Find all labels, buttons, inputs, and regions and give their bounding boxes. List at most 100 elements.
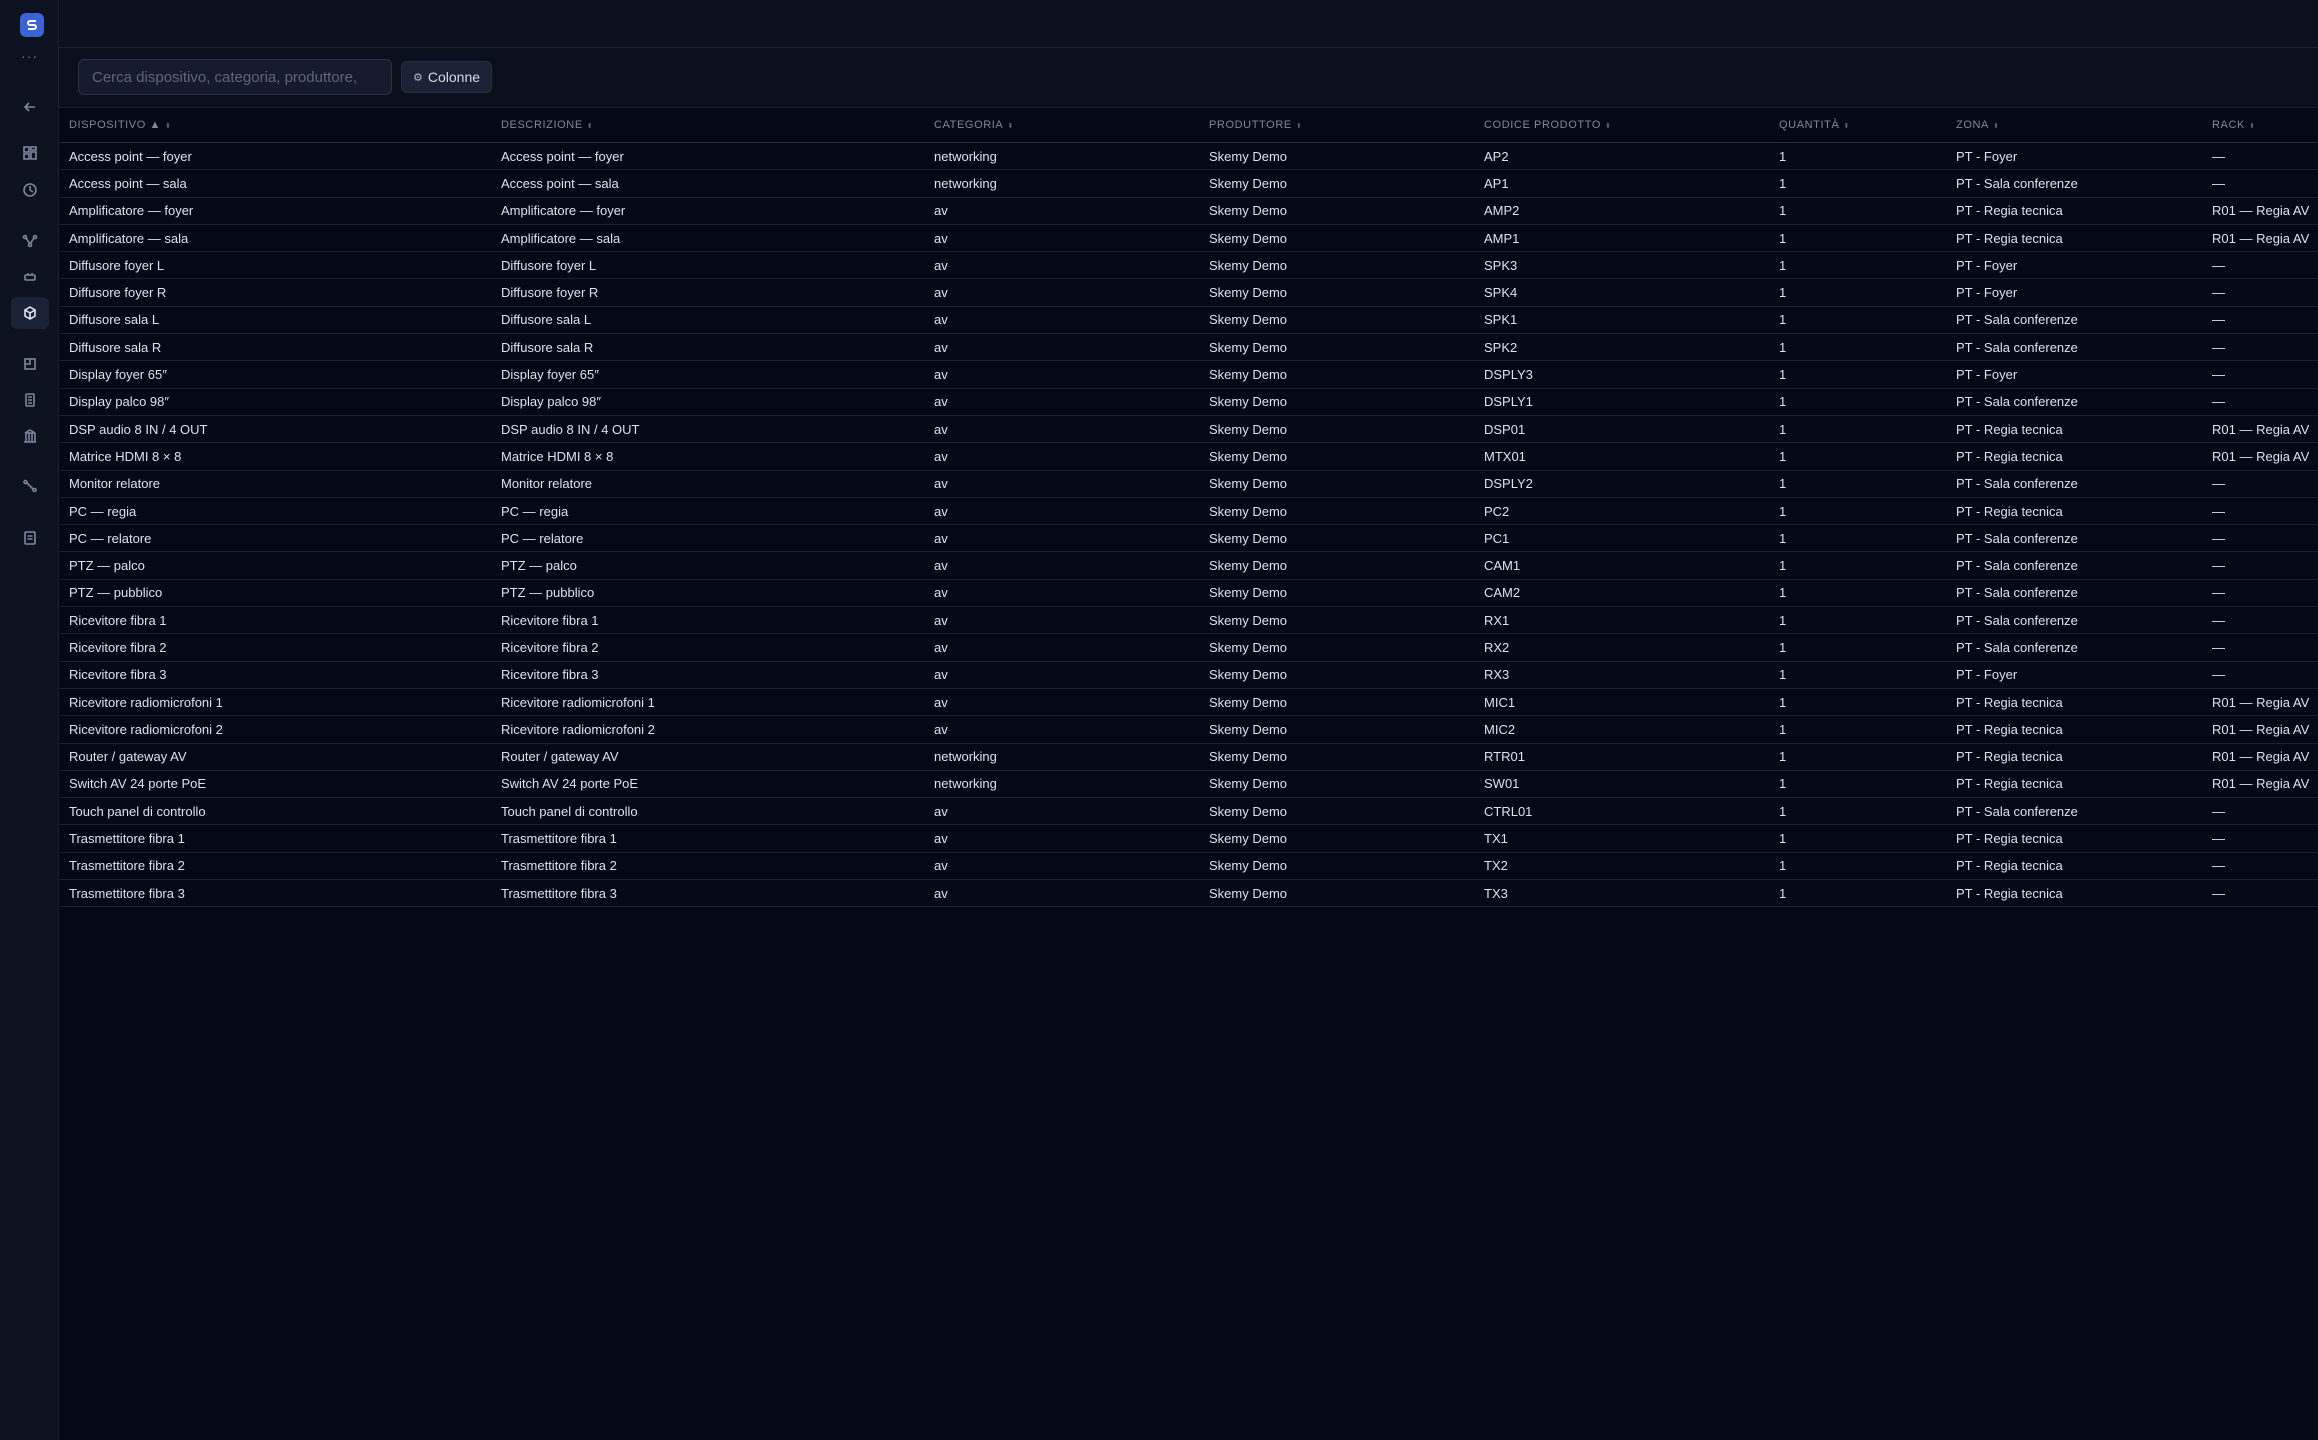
columns-button[interactable]: ⚙ Colonne <box>401 61 493 93</box>
column-header-label: DESCRIZIONE <box>501 119 583 131</box>
table-row[interactable]: Amplificatore — sala Amplificatore — sala… <box>60 224 2318 253</box>
table-row[interactable]: Router / gateway AV Router / gateway AV ne… <box>60 743 2318 771</box>
cell-rack: R01 — Regia AV <box>2203 770 2318 799</box>
cell-manufacturer: Skemy Demo <box>1200 524 1475 553</box>
cell-description: Ricevitore fibra 3 <box>492 661 925 689</box>
table-row[interactable]: Trasmettitore fibra 2 Trasmettitore fibra… <box>60 852 2318 881</box>
gear-icon: ⚙ <box>413 71 423 84</box>
table-row[interactable]: Amplificatore — foyer Amplificatore — foy… <box>60 197 2318 225</box>
table-row[interactable]: Touch panel di controllo Touch panel di c… <box>60 797 2318 826</box>
cell-zone: PT - Foyer <box>1947 278 2203 307</box>
cell-category: av <box>925 879 1200 908</box>
table-row[interactable]: Diffusore sala L Diffusore sala Lav Skemy … <box>60 306 2318 335</box>
cell-manufacturer: Skemy Demo <box>1200 142 1475 171</box>
cell-manufacturer: Skemy Demo <box>1200 497 1475 526</box>
cell-zone: PT - Regia tecnica <box>1947 224 2203 253</box>
cell-rack: R01 — Regia AV <box>2203 715 2318 744</box>
cell-description: Ricevitore fibra 2 <box>492 633 925 662</box>
sort-icon[interactable]: ⬍ <box>1843 123 1849 130</box>
table-row[interactable]: Trasmettitore fibra 3 Trasmettitore fibra… <box>60 879 2318 908</box>
cell-rack: — <box>2203 388 2318 416</box>
column-header-device[interactable]: DISPOSITIVO ▲ ⬍ <box>60 108 492 143</box>
table-row[interactable]: PC — regia PC — regia av Skemy Demo PC2 1 PT -… <box>60 497 2318 526</box>
cell-category: av <box>925 661 1200 689</box>
table-row[interactable]: Display palco 98″ Display palco 98″ av Skem… <box>60 388 2318 416</box>
cell-device: Diffusore foyer R <box>60 278 492 307</box>
sort-icon[interactable]: ⬍ <box>1007 123 1013 130</box>
report-icon[interactable] <box>11 522 49 554</box>
table-row[interactable]: Diffusore sala R Diffusore sala Rav Skemy … <box>60 333 2318 362</box>
column-header-category[interactable]: CATEGORIA ⬍ <box>925 108 1200 143</box>
sort-icon[interactable]: ⬍ <box>165 123 171 130</box>
document-icon[interactable] <box>11 384 49 416</box>
cell-product-code: AP2 <box>1475 142 1770 171</box>
cell-manufacturer: Skemy Demo <box>1200 551 1475 580</box>
table-row[interactable]: Trasmettitore fibra 1 Trasmettitore fibra… <box>60 824 2318 853</box>
column-header-zone[interactable]: ZONA ⬍ <box>1947 108 2203 143</box>
table-row[interactable]: Ricevitore fibra 3 Ricevitore fibra 3 av Sk… <box>60 661 2318 689</box>
cell-product-code: RX1 <box>1475 606 1770 635</box>
table-row[interactable]: PTZ — palco PTZ — palco av Skemy Demo CAM1 1 P… <box>60 551 2318 580</box>
table-row[interactable]: Ricevitore fibra 2 Ricevitore fibra 2 av Sk… <box>60 633 2318 662</box>
cell-quantity: 1 <box>1770 524 1947 553</box>
app-logo-icon[interactable] <box>20 13 44 37</box>
table-row[interactable]: PTZ — pubblico PTZ — pubblico av Skemy Demo… <box>60 579 2318 608</box>
column-header-description[interactable]: DESCRIZIONE ⬍ <box>492 108 925 143</box>
cell-rack: — <box>2203 142 2318 171</box>
connection-icon[interactable] <box>11 470 49 502</box>
sort-icon[interactable]: ⬍ <box>1993 123 1999 130</box>
cell-product-code: DSPLY1 <box>1475 388 1770 416</box>
cell-rack: R01 — Regia AV <box>2203 197 2318 225</box>
cell-device: PTZ — pubblico <box>60 579 492 608</box>
table-row[interactable]: PC — relatore PC — relatore av Skemy Demo PC… <box>60 524 2318 553</box>
column-header-manufacturer[interactable]: PRODUTTORE ⬍ <box>1200 108 1475 143</box>
cell-manufacturer: Skemy Demo <box>1200 633 1475 662</box>
table-row[interactable]: Ricevitore radiomicrofoni 2 Ricevitore ra… <box>60 715 2318 744</box>
cell-description: Router / gateway AV <box>492 743 925 771</box>
sort-icon[interactable]: ⬍ <box>1605 123 1611 130</box>
cell-quantity: 1 <box>1770 169 1947 198</box>
cell-rack: — <box>2203 251 2318 280</box>
column-header-label: ZONA <box>1956 119 1989 131</box>
table-row[interactable]: Display foyer 65″ Display foyer 65″ av Skem… <box>60 360 2318 389</box>
search-input[interactable] <box>78 59 392 95</box>
table-row[interactable]: Ricevitore radiomicrofoni 1 Ricevitore ra… <box>60 688 2318 717</box>
table-row[interactable]: Diffusore foyer L Diffusore foyer Lav Skem… <box>60 251 2318 280</box>
cell-rack: — <box>2203 333 2318 362</box>
table-row[interactable]: Diffusore foyer R Diffusore foyer Rav Skem… <box>60 278 2318 307</box>
sort-icon[interactable]: ⬍ <box>2249 123 2255 130</box>
table-row[interactable]: Access point — sala Access point — sala ne… <box>60 169 2318 198</box>
cell-category: av <box>925 551 1200 580</box>
cell-quantity: 1 <box>1770 743 1947 771</box>
cell-quantity: 1 <box>1770 852 1947 881</box>
table-row[interactable]: Monitor relatore Monitor relatore av Skemy … <box>60 470 2318 498</box>
cell-device: Ricevitore fibra 2 <box>60 633 492 662</box>
cell-rack: — <box>2203 797 2318 826</box>
column-header-product-code[interactable]: CODICE PRODOTTO ⬍ <box>1475 108 1770 143</box>
column-header-quantity[interactable]: QUANTITÀ ⬍ <box>1770 108 1947 143</box>
table-row[interactable]: Matrice HDMI 8 × 8 Matrice HDMI 8 × 8 av Sk… <box>60 442 2318 471</box>
layout-icon[interactable] <box>11 348 49 380</box>
table-row[interactable]: Switch AV 24 porte PoE Switch AV 24 porte… <box>60 770 2318 799</box>
device-icon[interactable] <box>11 261 49 293</box>
more-icon[interactable]: ··· <box>0 48 59 64</box>
devices-table-container: DISPOSITIVO ▲ ⬍ DESCRIZIONE ⬍ CATEGORIA ⬍ PROD… <box>60 108 2318 908</box>
cell-zone: PT - Regia tecnica <box>1947 715 2203 744</box>
building-icon[interactable] <box>11 420 49 452</box>
table-row[interactable]: Access point — foyer Access point — foyer… <box>60 142 2318 171</box>
cube-icon[interactable] <box>11 297 49 329</box>
filter-icon[interactable] <box>11 225 49 257</box>
sort-icon[interactable]: ⬍ <box>587 123 593 130</box>
cell-product-code: RTR01 <box>1475 743 1770 771</box>
table-row[interactable]: Ricevitore fibra 1 Ricevitore fibra 1 av Sk… <box>60 606 2318 635</box>
clock-icon[interactable] <box>11 174 49 206</box>
cell-description: PC — regia <box>492 497 925 526</box>
table-row[interactable]: DSP audio 8 IN / 4 OUT DSP audio 8 IN / 4… <box>60 415 2318 444</box>
sort-icon[interactable]: ⬍ <box>1296 123 1302 130</box>
cell-quantity: 1 <box>1770 715 1947 744</box>
column-header-rack[interactable]: RACK ⬍ <box>2203 108 2318 143</box>
cell-category: networking <box>925 169 1200 198</box>
back-arrow-icon[interactable] <box>11 91 49 123</box>
dashboard-icon[interactable] <box>11 137 49 169</box>
cell-quantity: 1 <box>1770 333 1947 362</box>
